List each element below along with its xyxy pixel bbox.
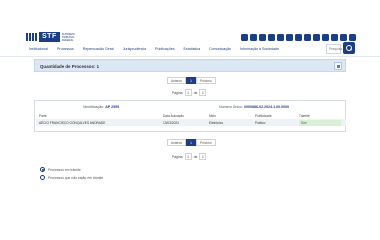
pagination-top: Anterior 1 Próximo: [167, 77, 216, 84]
page-input[interactable]: 1: [184, 89, 192, 96]
number-label: Número Único:: [219, 105, 243, 109]
main-nav: Institucional Processos Repercussão Gera…: [29, 47, 279, 51]
spotify-icon[interactable]: [295, 34, 302, 41]
header-divider: [0, 56, 380, 57]
results-count: Quantidade de Processos: 1: [40, 64, 100, 69]
facebook-icon[interactable]: [259, 34, 266, 41]
prev-button-bottom[interactable]: Anterior: [167, 139, 187, 146]
logo-columns-icon: [26, 33, 37, 41]
radio-unselected-icon[interactable]: [40, 175, 45, 180]
header-tramite: Trâmite: [299, 114, 310, 118]
search-input[interactable]: Pesquisa: [326, 44, 342, 54]
nav-item-jurisprudencia[interactable]: Jurisprudência: [123, 47, 146, 51]
number-value: 0000886-02.2024.1.00.0000: [243, 105, 290, 109]
search-button[interactable]: [343, 42, 355, 54]
flickr-icon[interactable]: [277, 34, 284, 41]
tiktok-icon[interactable]: [313, 34, 320, 41]
linkedin-icon[interactable]: [322, 34, 329, 41]
cell-parte: AÉCIO FRANCISCO GONÇALVES ANDRADE: [39, 120, 106, 125]
podcast-icon[interactable]: [304, 34, 311, 41]
ident-label: Identificação:: [83, 105, 105, 109]
filter-tramite-label: Processos em trâmite: [48, 167, 81, 172]
cell-data-autuacao: 13/03/2024: [163, 120, 179, 125]
nav-item-institucional[interactable]: Institucional: [29, 47, 48, 51]
cell-meio: Eletrônico: [209, 120, 224, 125]
radio-selected-icon[interactable]: [40, 167, 45, 172]
process-number: Número Único: 0000886-02.2024.1.00.0000: [219, 105, 289, 109]
stf-logo[interactable]: STF SUPREMO TRIBUNAL FEDERAL: [26, 32, 82, 42]
total-pages: 1: [199, 89, 207, 96]
nav-item-publicacoes[interactable]: Publicações: [155, 47, 174, 51]
process-card[interactable]: Identificação: AP 2559 Número Único: 000…: [34, 100, 346, 132]
soundcloud-icon[interactable]: [286, 34, 293, 41]
whatsapp-icon[interactable]: [331, 34, 338, 41]
page-label-bottom: Página: [172, 154, 183, 159]
logo-subtitle: SUPREMO TRIBUNAL FEDERAL: [61, 32, 75, 42]
page-selector-top: Página 1 de 1: [172, 89, 207, 96]
page: STF SUPREMO TRIBUNAL FEDERAL Institucion…: [0, 0, 380, 226]
cell-publicidade: Público: [255, 120, 266, 125]
total-pages-bottom: 1: [199, 153, 207, 160]
instagram-icon[interactable]: [250, 34, 257, 41]
results-count-bar: Quantidade de Processos: 1: [34, 59, 346, 72]
rss-icon[interactable]: [340, 34, 347, 41]
twitter-icon[interactable]: [268, 34, 275, 41]
page-button-current-bottom[interactable]: 1: [186, 139, 196, 146]
page-label: Página: [172, 90, 183, 95]
print-icon[interactable]: [334, 62, 342, 70]
email-icon[interactable]: [349, 34, 356, 41]
social-links: [241, 34, 356, 41]
header-data-autuacao: Data Autuação: [163, 114, 184, 118]
tramite-status-badge: Sim: [299, 119, 341, 126]
of-label-bottom: de: [193, 154, 198, 159]
of-label: de: [193, 90, 198, 95]
logo-text: STF: [39, 32, 60, 42]
youtube-icon[interactable]: [241, 34, 248, 41]
header-meio: Meio: [209, 114, 216, 118]
page-input-bottom[interactable]: 1: [184, 153, 192, 160]
page-button-current[interactable]: 1: [186, 77, 196, 84]
filter-nao-tramite-label: Processos que não estão em trâmite: [48, 175, 104, 180]
ident-value[interactable]: AP 2559: [105, 105, 119, 109]
nav-item-informacao[interactable]: Informação à Sociedade: [240, 47, 279, 51]
page-selector-bottom: Página 1 de 1: [172, 153, 207, 160]
nav-item-comunicacao[interactable]: Comunicação: [209, 47, 231, 51]
header-publicidade: Publicidade: [255, 114, 272, 118]
nav-item-processos[interactable]: Processos: [57, 47, 74, 51]
header-parte: Parte: [39, 114, 47, 118]
pagination-bottom: Anterior 1 Próximo: [167, 139, 216, 146]
filter-nao-tramite-radio[interactable]: Processos que não estão em trâmite: [40, 175, 103, 180]
nav-item-repercussao[interactable]: Repercussão Geral: [83, 47, 114, 51]
process-identification: Identificação: AP 2559: [83, 105, 119, 109]
filter-tramite-radio[interactable]: Processos em trâmite: [40, 167, 81, 172]
nav-item-estatistica[interactable]: Estatística: [184, 47, 201, 51]
next-button-bottom[interactable]: Próximo: [195, 139, 216, 146]
prev-button[interactable]: Anterior: [167, 77, 187, 84]
next-button[interactable]: Próximo: [195, 77, 216, 84]
